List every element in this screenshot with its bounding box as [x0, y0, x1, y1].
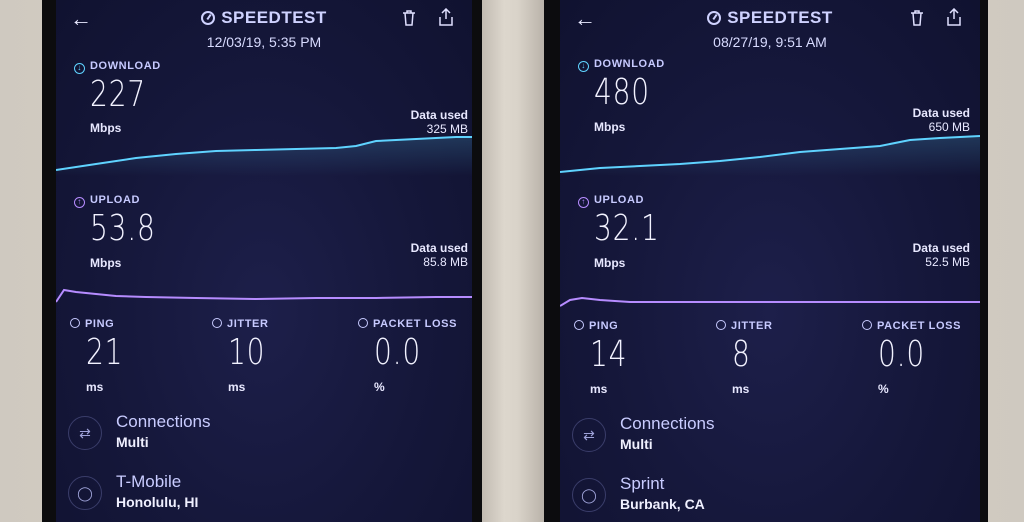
upload-data-used: Data used 52.5 MB [912, 241, 970, 269]
trash-icon[interactable] [402, 10, 416, 26]
download-graph [560, 135, 980, 176]
connections-value: Multi [620, 436, 653, 452]
packet-loss-value: 0.0 [374, 332, 422, 373]
connections-icon: ⇄ [68, 416, 102, 450]
ping-value: 14 [590, 334, 628, 375]
share-icon[interactable] [438, 8, 454, 26]
ping-value: 21 [86, 332, 124, 373]
background-surface [478, 0, 544, 522]
jitter-unit: ms [732, 382, 750, 396]
upload-label: ↑ UPLOAD [578, 194, 644, 208]
jitter-icon [716, 320, 726, 330]
upload-graph [560, 296, 980, 307]
packet-loss-icon [358, 318, 368, 328]
jitter-icon [212, 318, 222, 328]
upload-value: 32.1 [594, 208, 660, 249]
jitter-label: JITTER [212, 318, 269, 330]
download-label: ↓ DOWNLOAD [74, 60, 161, 74]
download-value: 227 [90, 74, 146, 115]
packet-loss-label: PACKET LOSS [358, 318, 457, 330]
connections-value: Multi [116, 434, 149, 450]
jitter-label: JITTER [716, 320, 773, 332]
speedtest-logo-icon [201, 11, 216, 25]
globe-icon: ◯ [572, 478, 606, 512]
upload-unit: Mbps [90, 256, 122, 270]
upload-icon: ↑ [74, 197, 85, 208]
upload-line [560, 296, 980, 307]
packet-loss-unit: % [374, 380, 385, 394]
speedtest-screen-right: ← SPEEDTEST 08/27/19, 9:51 AM ↓ DOWNLOAD … [560, 0, 980, 522]
upload-graph [56, 288, 472, 303]
packet-loss-icon [862, 320, 872, 330]
packet-loss-value: 0.0 [878, 334, 926, 375]
upload-line [56, 288, 472, 303]
upload-value: 53.8 [90, 208, 156, 249]
download-icon: ↓ [74, 63, 85, 74]
jitter-value: 10 [228, 332, 266, 373]
ping-unit: ms [590, 382, 608, 396]
ping-label: PING [574, 320, 618, 332]
upload-data-used: Data used 85.8 MB [410, 241, 468, 269]
download-graph [56, 136, 472, 176]
ping-unit: ms [86, 380, 104, 394]
provider-location: Burbank, CA [620, 496, 705, 512]
jitter-unit: ms [228, 380, 246, 394]
download-label: ↓ DOWNLOAD [578, 58, 665, 72]
provider-name: T-Mobile [116, 472, 182, 491]
test-date: 08/27/19, 9:51 AM [713, 34, 827, 50]
connections-icon: ⇄ [572, 418, 606, 452]
trash-icon[interactable] [910, 10, 924, 26]
phone-right: ← SPEEDTEST 08/27/19, 9:51 AM ↓ DOWNLOAD … [544, 0, 988, 522]
ping-icon [574, 320, 584, 330]
upload-label: ↑ UPLOAD [74, 194, 140, 208]
packet-loss-label: PACKET LOSS [862, 320, 961, 332]
connections-title: Connections [116, 412, 211, 431]
phone-left: ← SPEEDTEST 12/03/19, 5:35 PM ↓ DOWNLOAD … [42, 0, 482, 522]
ping-icon [70, 318, 80, 328]
download-value: 480 [594, 72, 650, 113]
globe-icon: ◯ [68, 476, 102, 510]
upload-icon: ↑ [578, 197, 589, 208]
connections-title: Connections [620, 414, 715, 433]
speedtest-screen-left: ← SPEEDTEST 12/03/19, 5:35 PM ↓ DOWNLOAD … [56, 0, 472, 522]
packet-loss-unit: % [878, 382, 889, 396]
provider-name: Sprint [620, 474, 665, 493]
upload-unit: Mbps [594, 256, 626, 270]
ping-label: PING [70, 318, 114, 330]
provider-location: Honolulu, HI [116, 494, 199, 510]
test-date: 12/03/19, 5:35 PM [206, 34, 322, 50]
jitter-value: 8 [732, 334, 751, 375]
share-icon[interactable] [946, 8, 962, 26]
speedtest-logo-icon [707, 11, 722, 25]
download-icon: ↓ [578, 61, 589, 72]
